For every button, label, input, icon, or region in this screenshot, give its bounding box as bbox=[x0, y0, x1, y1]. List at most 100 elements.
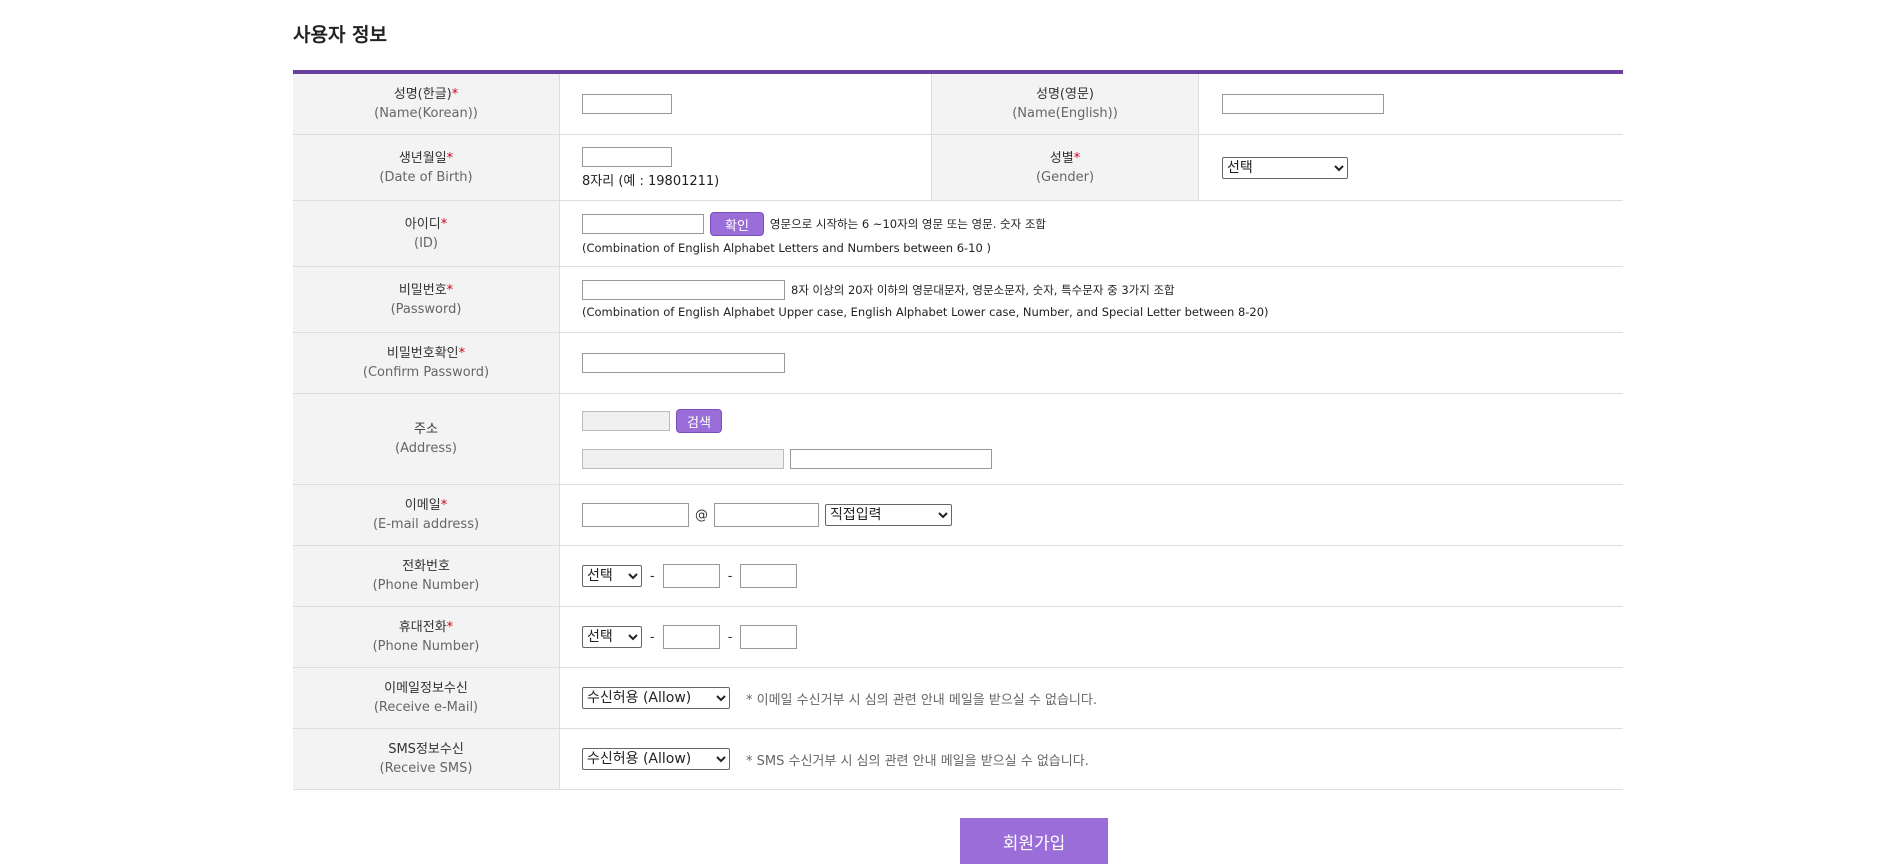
phone-area-select[interactable]: 선택 bbox=[582, 565, 642, 587]
mobile-header: 휴대전화* (Phone Number) bbox=[293, 607, 560, 667]
required-mark: * bbox=[440, 498, 448, 513]
address-main-input[interactable] bbox=[582, 449, 784, 469]
birth-label: 생년월일 bbox=[398, 150, 447, 166]
mobile-cell: 선택 - - bbox=[560, 607, 1623, 667]
required-mark: * bbox=[446, 620, 454, 635]
gender-label-en: (Gender) bbox=[1035, 169, 1095, 185]
sms-receive-label: SMS정보수신 bbox=[388, 742, 464, 757]
required-mark: * bbox=[1073, 150, 1081, 166]
confirm-password-cell bbox=[560, 333, 1623, 393]
birth-label-en: (Date of Birth) bbox=[379, 169, 473, 185]
phone-dash: - bbox=[727, 568, 733, 584]
birth-input[interactable] bbox=[582, 146, 672, 167]
email-header: 이메일* (E-mail address) bbox=[293, 485, 560, 545]
email-receive-header: 이메일정보수신 (Receive e-Mail) bbox=[293, 668, 560, 728]
gender-label: 성별 bbox=[1049, 150, 1074, 166]
mobile-last-input[interactable] bbox=[740, 625, 798, 649]
phone-header: 전화번호 (Phone Number) bbox=[293, 546, 560, 606]
sms-receive-header: SMS정보수신 (Receive SMS) bbox=[293, 729, 560, 789]
signup-submit-button[interactable]: 회원가입 bbox=[960, 818, 1108, 864]
name-en-input[interactable] bbox=[1222, 94, 1384, 114]
phone-last-input[interactable] bbox=[740, 564, 798, 588]
address-header: 주소 (Address) bbox=[293, 394, 560, 484]
sms-receive-note: * SMS 수신거부 시 심의 관련 안내 메일을 받으실 수 없습니다. bbox=[746, 753, 1089, 769]
email-id-input[interactable] bbox=[582, 503, 689, 527]
address-label-en: (Address) bbox=[395, 441, 457, 456]
birth-hint: 8자리 (예 : 19801211) bbox=[582, 173, 720, 189]
mobile-dash: - bbox=[727, 629, 733, 645]
confirm-password-input[interactable] bbox=[582, 353, 785, 373]
zipcode-input[interactable] bbox=[582, 411, 670, 431]
id-cell: 확인 영문으로 시작하는 6 ~10자의 영문 또는 영문. 숫자 조합 (Co… bbox=[560, 201, 1623, 266]
mobile-prefix-select[interactable]: 선택 bbox=[582, 626, 642, 648]
name-en-label-en: (Name(English)) bbox=[1012, 106, 1118, 121]
birth-gender-row: 생년월일* (Date of Birth) 8자리 (예 : 19801211)… bbox=[293, 135, 1623, 201]
sms-receive-row: SMS정보수신 (Receive SMS) 수신허용 (Allow) * SMS… bbox=[293, 729, 1623, 790]
email-receive-note: * 이메일 수신거부 시 심의 관련 안내 메일을 받으실 수 없습니다. bbox=[746, 692, 1097, 708]
email-receive-label: 이메일정보수신 bbox=[384, 681, 468, 696]
email-label: 이메일 bbox=[404, 498, 441, 513]
email-receive-row: 이메일정보수신 (Receive e-Mail) 수신허용 (Allow) * … bbox=[293, 668, 1623, 729]
email-receive-cell: 수신허용 (Allow) * 이메일 수신거부 시 심의 관련 안내 메일을 받… bbox=[560, 668, 1623, 728]
id-row: 아이디* (ID) 확인 영문으로 시작하는 6 ~10자의 영문 또는 영문.… bbox=[293, 201, 1623, 267]
name-kr-label-en: (Name(Korean)) bbox=[374, 106, 478, 121]
id-input[interactable] bbox=[582, 214, 704, 234]
user-info-form: 성명(한글)* (Name(Korean)) 성명(영문) (Name(Engl… bbox=[293, 70, 1623, 790]
password-label-en: (Password) bbox=[390, 301, 462, 317]
name-en-header: 성명(영문) (Name(English)) bbox=[932, 74, 1199, 134]
id-label: 아이디 bbox=[404, 216, 441, 232]
birth-header: 생년월일* (Date of Birth) bbox=[293, 135, 560, 200]
email-domain-select[interactable]: 직접입력 bbox=[825, 504, 952, 526]
mobile-dash: - bbox=[650, 629, 655, 645]
phone-row: 전화번호 (Phone Number) 선택 - - bbox=[293, 546, 1623, 607]
password-input[interactable] bbox=[582, 280, 785, 300]
mobile-label: 휴대전화 bbox=[398, 620, 447, 635]
required-mark: * bbox=[451, 87, 459, 102]
email-label-en: (E-mail address) bbox=[372, 517, 480, 532]
id-header: 아이디* (ID) bbox=[293, 201, 560, 266]
required-mark: * bbox=[458, 346, 466, 361]
email-at-sign: @ bbox=[695, 507, 708, 523]
required-mark: * bbox=[446, 150, 454, 166]
id-hint-en: (Combination of English Alphabet Letters… bbox=[582, 241, 991, 255]
email-domain-input[interactable] bbox=[714, 503, 819, 527]
required-mark: * bbox=[446, 282, 454, 298]
phone-cell: 선택 - - bbox=[560, 546, 1623, 606]
sms-receive-select[interactable]: 수신허용 (Allow) bbox=[582, 748, 730, 770]
id-label-en: (ID) bbox=[414, 235, 438, 251]
name-row: 성명(한글)* (Name(Korean)) 성명(영문) (Name(Engl… bbox=[293, 74, 1623, 135]
address-search-button[interactable]: 검색 bbox=[676, 409, 722, 433]
name-en-label: 성명(영문) bbox=[1036, 87, 1094, 102]
password-hint-en: (Combination of English Alphabet Upper c… bbox=[582, 305, 1269, 319]
required-mark: * bbox=[440, 216, 448, 232]
name-kr-label: 성명(한글) bbox=[393, 87, 452, 102]
sms-receive-cell: 수신허용 (Allow) * SMS 수신거부 시 심의 관련 안내 메일을 받… bbox=[560, 729, 1623, 789]
confirm-password-label: 비밀번호확인 bbox=[386, 346, 459, 361]
gender-cell: 선택 bbox=[1199, 135, 1623, 200]
confirm-password-row: 비밀번호확인* (Confirm Password) bbox=[293, 333, 1623, 394]
phone-label: 전화번호 bbox=[402, 559, 450, 574]
mobile-label-en: (Phone Number) bbox=[372, 639, 480, 654]
phone-label-en: (Phone Number) bbox=[372, 578, 480, 593]
birth-cell: 8자리 (예 : 19801211) bbox=[560, 135, 932, 200]
name-kr-input[interactable] bbox=[582, 94, 672, 114]
email-receive-select[interactable]: 수신허용 (Allow) bbox=[582, 687, 730, 709]
email-receive-label-en: (Receive e-Mail) bbox=[373, 700, 479, 715]
password-hint: 8자 이상의 20자 이하의 영문대문자, 영문소문자, 숫자, 특수문자 중 … bbox=[791, 283, 1175, 297]
password-cell: 8자 이상의 20자 이하의 영문대문자, 영문소문자, 숫자, 특수문자 중 … bbox=[560, 267, 1623, 332]
gender-select[interactable]: 선택 bbox=[1222, 156, 1348, 179]
email-cell: @ 직접입력 bbox=[560, 485, 1623, 545]
password-label: 비밀번호 bbox=[398, 282, 447, 298]
address-detail-input[interactable] bbox=[790, 449, 992, 469]
name-kr-cell bbox=[560, 74, 932, 134]
mobile-middle-input[interactable] bbox=[662, 625, 720, 649]
address-label: 주소 bbox=[414, 422, 438, 437]
phone-middle-input[interactable] bbox=[662, 564, 720, 588]
confirm-password-header: 비밀번호확인* (Confirm Password) bbox=[293, 333, 560, 393]
gender-header: 성별* (Gender) bbox=[932, 135, 1199, 200]
confirm-password-label-en: (Confirm Password) bbox=[362, 365, 490, 380]
address-cell: 검색 bbox=[560, 394, 1623, 484]
id-check-button[interactable]: 확인 bbox=[710, 212, 764, 236]
name-kr-header: 성명(한글)* (Name(Korean)) bbox=[293, 74, 560, 134]
id-hint: 영문으로 시작하는 6 ~10자의 영문 또는 영문. 숫자 조합 bbox=[769, 217, 1047, 231]
